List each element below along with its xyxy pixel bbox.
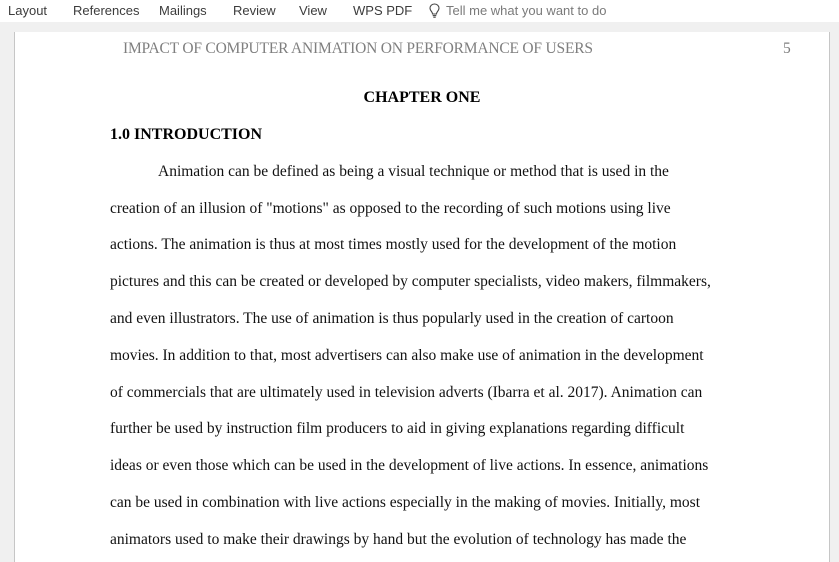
body-line: animators used to make their drawings by…	[110, 531, 687, 548]
tab-layout[interactable]: Layout	[8, 3, 47, 18]
tab-view[interactable]: View	[299, 3, 327, 18]
body-line: and even illustrators. The use of animat…	[110, 310, 674, 327]
body-line: pictures and this can be created or deve…	[110, 273, 711, 290]
tell-me-placeholder: Tell me what you want to do	[446, 3, 607, 18]
body-line: of commercials that are ultimately used …	[110, 384, 703, 401]
body-line: actions. The animation is thus at most t…	[110, 236, 677, 253]
body-line: ideas or even those which can be used in…	[110, 457, 709, 474]
document-page[interactable]: IMPACT OF COMPUTER ANIMATION ON PERFORMA…	[14, 32, 830, 562]
tab-review[interactable]: Review	[233, 3, 276, 18]
chapter-title: CHAPTER ONE	[363, 89, 481, 106]
body-line: movies. In addition to that, most advert…	[110, 347, 704, 364]
body-line: can be used in combination with live act…	[110, 494, 701, 511]
running-header: IMPACT OF COMPUTER ANIMATION ON PERFORMA…	[123, 40, 593, 57]
body-line: creation of an illusion of "motions" as …	[110, 200, 671, 217]
lightbulb-icon	[429, 3, 440, 18]
tell-me-search[interactable]: Tell me what you want to do	[429, 3, 606, 18]
tab-references[interactable]: References	[73, 3, 139, 18]
ribbon-tab-bar: Layout References Mailings Review View W…	[0, 0, 839, 22]
page-number: 5	[783, 40, 791, 57]
tab-wps-pdf[interactable]: WPS PDF	[353, 3, 412, 18]
body-line: Animation can be defined as being a visu…	[158, 163, 669, 180]
tab-mailings[interactable]: Mailings	[159, 3, 207, 18]
body-line: further be used by instruction film prod…	[110, 420, 685, 437]
section-heading: 1.0 INTRODUCTION	[110, 126, 263, 143]
